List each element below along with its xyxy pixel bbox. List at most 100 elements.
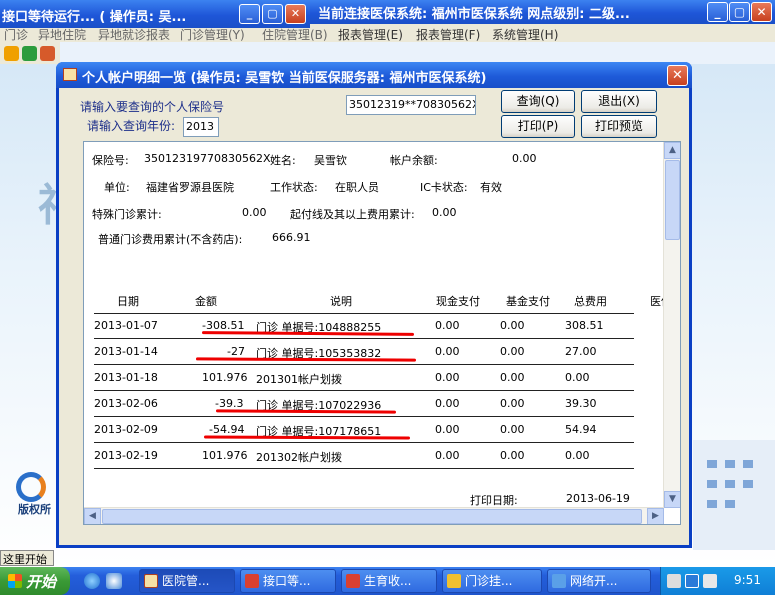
maximize-icon[interactable]: ▢ <box>262 4 283 24</box>
maximize-icon[interactable]: ▢ <box>729 2 750 22</box>
cell-date: 2013-01-18 <box>94 371 158 384</box>
row-divider <box>94 364 634 365</box>
menu-item[interactable]: 系统管理(H) <box>492 26 558 43</box>
toolbar-tool-icon[interactable] <box>40 46 55 61</box>
cell-fund: 0.00 <box>500 345 525 358</box>
cell-date: 2013-02-19 <box>94 449 158 462</box>
unit-label: 单位: <box>104 181 130 194</box>
start-button[interactable]: 开始 <box>0 567 70 595</box>
work-status-label: 工作状态: <box>270 181 318 194</box>
cell-total: 0.00 <box>565 371 590 384</box>
vertical-scroll-thumb[interactable] <box>665 160 680 240</box>
row-divider <box>94 390 634 391</box>
row-divider <box>94 416 634 417</box>
keyboard-icon[interactable] <box>667 574 681 588</box>
task-label: 生育收... <box>364 574 412 588</box>
task-hospital-mgmt[interactable]: 医院管... <box>139 569 235 593</box>
col-date: 日期 <box>117 295 139 308</box>
cell-cash: 0.00 <box>435 319 460 332</box>
scroll-left-icon[interactable]: ◀ <box>84 508 101 524</box>
task-maternity[interactable]: 生育收... <box>341 569 437 593</box>
task-label: 接口等... <box>263 574 311 588</box>
cell-fund: 0.00 <box>500 423 525 436</box>
insurance-no-input[interactable]: 35012319**70830562X <box>346 95 476 115</box>
cell-desc: 201301帐户划拨 <box>256 373 342 386</box>
system-tray: 9:51 <box>660 567 775 595</box>
cell-fund: 0.00 <box>500 397 525 410</box>
toolbar-money-icon[interactable] <box>4 46 19 61</box>
cell-amount: -27 <box>227 345 245 358</box>
threshold-value: 0.00 <box>432 206 457 219</box>
cell-date: 2013-01-07 <box>94 319 158 332</box>
print-preview-button[interactable]: 打印预览 <box>581 115 657 138</box>
print-date-value: 2013-06-19 <box>566 492 630 505</box>
close-icon[interactable]: ✕ <box>751 2 772 22</box>
cell-amount: 101.976 <box>202 449 248 462</box>
horizontal-scrollbar[interactable]: ◀ ▶ <box>84 507 664 524</box>
cell-total: 54.94 <box>565 423 597 436</box>
dialog-title: 个人帐户明细一览 (操作员: 吴雪钦 当前医保服务器: 福州市医保系统) <box>82 71 487 86</box>
threshold-label: 起付线及其以上费用累计: <box>290 208 415 221</box>
task-label: 网络开... <box>570 574 618 588</box>
report-panel[interactable]: 保险号: 35012319770830562X 姓名: 吴雪钦 帐户余额: 0.… <box>83 141 681 525</box>
desktop-icon[interactable] <box>106 573 122 589</box>
menu-item[interactable]: 住院管理(B) <box>262 26 328 43</box>
cell-date: 2013-02-09 <box>94 423 158 436</box>
interface-window-titlebar[interactable]: 接口等待运行... ( 操作员: 吴... _ ▢ ✕ <box>0 0 310 28</box>
balance-label: 帐户余额: <box>390 154 438 167</box>
account-detail-dialog: 个人帐户明细一览 (操作员: 吴雪钦 当前医保服务器: 福州市医保系统) ✕ 请… <box>56 62 692 548</box>
cell-fund: 0.00 <box>500 449 525 462</box>
cell-total: 39.30 <box>565 397 597 410</box>
start-label: 开始 <box>26 573 57 591</box>
task-network[interactable]: 网络开... <box>547 569 651 593</box>
menu-item[interactable]: 异地就诊报表 <box>98 26 170 43</box>
insurance-label: 保险号: <box>92 154 129 167</box>
ie-icon[interactable] <box>84 573 100 589</box>
status-bar: 这里开始 <box>0 550 54 566</box>
task-interface[interactable]: 接口等... <box>240 569 336 593</box>
menu-item[interactable]: 异地住院 <box>38 26 86 43</box>
year-input[interactable]: 2013 <box>183 117 219 137</box>
name-label: 姓名: <box>270 154 296 167</box>
cell-total: 308.51 <box>565 319 604 332</box>
dialog-titlebar: 个人帐户明细一览 (操作员: 吴雪钦 当前医保服务器: 福州市医保系统) ✕ <box>56 62 692 88</box>
copyright-text: 版权所 <box>18 503 51 516</box>
scroll-down-icon[interactable]: ▼ <box>664 491 680 508</box>
menu-item[interactable]: 报表管理(E) <box>338 26 403 43</box>
task-clinic-register[interactable]: 门诊挂... <box>442 569 542 593</box>
network-tray-icon[interactable] <box>685 574 699 588</box>
app-icon <box>245 574 259 588</box>
cell-cash: 0.00 <box>435 371 460 384</box>
building-image <box>693 440 775 550</box>
row-divider <box>94 442 634 443</box>
cell-date: 2013-02-06 <box>94 397 158 410</box>
menu-item[interactable]: 门诊管理(Y) <box>180 26 245 43</box>
work-status-value: 在职人员 <box>335 181 379 194</box>
horizontal-scroll-thumb[interactable] <box>102 509 642 524</box>
task-label: 医院管... <box>162 574 210 588</box>
general-clinic-label: 普通门诊费用累计(不含药店): <box>98 233 243 246</box>
menu-item[interactable]: 报表管理(F) <box>416 26 480 43</box>
vertical-scrollbar[interactable]: ▲ ▼ <box>663 142 680 508</box>
scroll-right-icon[interactable]: ▶ <box>647 508 664 524</box>
volume-icon[interactable] <box>703 574 717 588</box>
close-icon[interactable]: ✕ <box>285 4 306 24</box>
print-button[interactable]: 打印(P) <box>501 115 575 138</box>
special-clinic-value: 0.00 <box>242 206 267 219</box>
minimize-icon[interactable]: _ <box>707 2 728 22</box>
windows-logo-icon <box>8 574 22 588</box>
exit-button[interactable]: 退出(X) <box>581 90 657 113</box>
scroll-up-icon[interactable]: ▲ <box>664 142 680 159</box>
menu-item[interactable]: 门诊 <box>4 26 28 43</box>
minimize-icon[interactable]: _ <box>239 4 260 24</box>
red-underline-mark <box>215 409 397 414</box>
interface-window-title: 接口等待运行... ( 操作员: 吴... <box>2 10 187 25</box>
col-total: 总费用 <box>574 295 607 308</box>
dialog-close-button[interactable]: ✕ <box>667 65 688 86</box>
toolbar-cash-icon[interactable] <box>22 46 37 61</box>
company-logo-icon <box>16 472 46 502</box>
cell-cash: 0.00 <box>435 345 460 358</box>
cell-amount: 101.976 <box>202 371 248 384</box>
insurance-no-value: 35012319770830562X <box>144 152 271 165</box>
query-button[interactable]: 查询(Q) <box>501 90 575 113</box>
